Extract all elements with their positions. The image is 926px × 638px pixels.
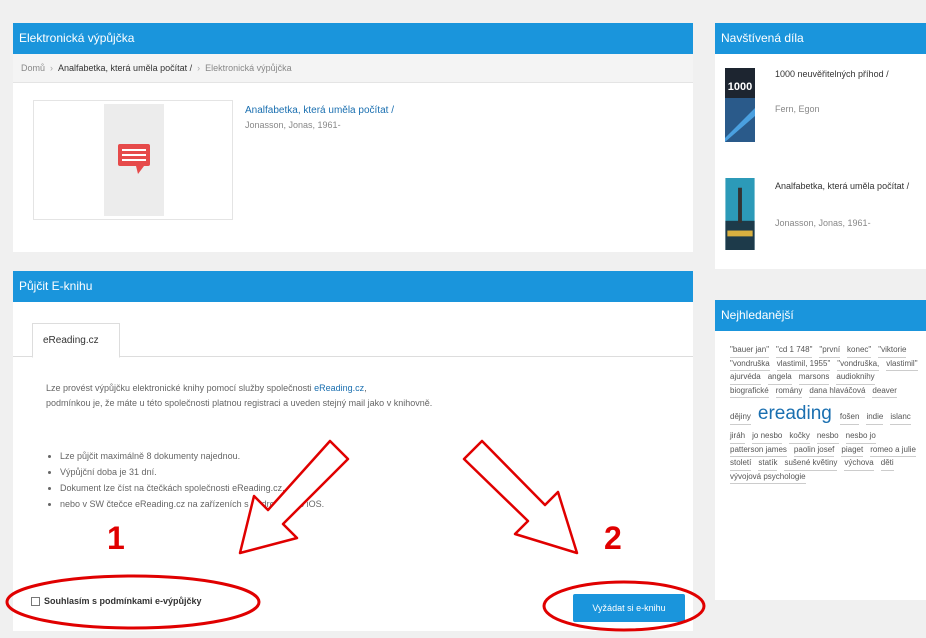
checkbox-box[interactable] — [31, 596, 40, 606]
tag-link[interactable]: patterson james — [730, 444, 787, 457]
tag-link[interactable]: ajurvéda — [730, 371, 761, 385]
tag-link[interactable]: děti — [880, 457, 894, 471]
book-cover-thumbnail[interactable]: 1000 — [725, 68, 755, 142]
tag-link[interactable]: "viktorie — [878, 344, 907, 358]
list-item: Výpůjční doba je 31 dní. — [60, 464, 324, 480]
ereading-link[interactable]: eReading.cz — [314, 383, 364, 393]
book-cover-thumbnail[interactable] — [725, 178, 755, 250]
tag-link[interactable]: fošen — [839, 411, 860, 425]
tag-link[interactable]: století — [730, 457, 752, 471]
book-cover[interactable] — [33, 100, 233, 220]
visited-author: Jonasson, Jonas, 1961- — [775, 218, 871, 228]
panel-title: Navštívená díla — [715, 23, 926, 54]
request-ebook-button[interactable]: Vyžádat si e-knihu — [573, 594, 685, 622]
loan-rules-list: Lze půjčit maximálně 8 dokumenty najedno… — [50, 448, 324, 512]
list-item: Dokument lze číst na čtečkách společnost… — [60, 480, 324, 496]
tag-link[interactable]: romeo a julie — [870, 444, 917, 457]
tag-link[interactable]: ereading — [758, 402, 832, 426]
cover-placeholder — [104, 104, 164, 216]
tag-link[interactable]: výchova — [844, 457, 874, 471]
tag-link[interactable]: dějiny — [730, 411, 751, 425]
tag-link[interactable]: islanc — [890, 411, 911, 425]
tag-link[interactable]: kočky — [789, 430, 810, 444]
step-number-1: 1 — [107, 520, 125, 556]
tag-link[interactable]: "vondruška, — [837, 358, 880, 371]
tag-link[interactable]: "první — [819, 344, 841, 358]
tag-link[interactable]: vývojová psychologie — [730, 471, 806, 484]
book-row: Analfabetka, která uměla počítat / Jonas… — [13, 83, 693, 233]
book-title-link[interactable]: Analfabetka, která uměla počítat / — [245, 105, 394, 116]
tag-link[interactable]: paolin josef — [793, 444, 835, 457]
list-item: nebo v SW čtečce eReading.cz na zařízení… — [60, 496, 324, 512]
tag-link[interactable]: statík — [758, 457, 778, 471]
tag-link[interactable]: "vondruška — [730, 358, 770, 371]
cover-text: 1000 — [728, 81, 752, 93]
tag-link[interactable]: nesbo jo — [845, 430, 876, 444]
tag-link[interactable]: "bauer jan" — [730, 344, 770, 358]
tag-link[interactable]: "cd 1 748" — [776, 344, 813, 358]
most-searched-panel: Nejhledanější "bauer jan" "cd 1 748" "prvn… — [715, 300, 926, 600]
tag-link[interactable]: jiráh — [730, 430, 746, 444]
list-item[interactable]: 1000 1000 neuvěřitelných příhod / Fern, … — [725, 68, 925, 158]
ebook-loan-panel: Elektronická výpůjčka Domů › Analfabetka, … — [13, 23, 693, 252]
breadcrumb-current: Elektronická výpůjčka — [205, 63, 292, 73]
provider-tabs: eReading.cz — [13, 302, 693, 358]
tag-link[interactable]: audioknihy — [836, 371, 875, 385]
tab-ereading[interactable]: eReading.cz — [32, 323, 120, 358]
tag-link[interactable]: vlastimil, 1955" — [776, 358, 831, 371]
tag-link[interactable]: romány — [775, 385, 803, 398]
speech-bubble-icon — [118, 144, 150, 174]
tag-link[interactable]: angela — [767, 371, 792, 385]
tag-link[interactable]: indie — [866, 411, 884, 425]
tag-cloud: "bauer jan" "cd 1 748" "první konec" "viktor… — [730, 344, 925, 484]
panel-title: Nejhledanější — [715, 300, 926, 331]
breadcrumb-home[interactable]: Domů — [21, 63, 45, 73]
breadcrumb-book[interactable]: Analfabetka, která uměla počítat / — [58, 63, 192, 73]
tag-link[interactable]: marsons — [798, 371, 830, 385]
visited-author: Fern, Egon — [775, 104, 820, 114]
borrow-ebook-panel: Půjčit E-knihu eReading.cz Lze provést v… — [13, 271, 693, 631]
tag-link[interactable]: vlastimil" — [886, 358, 918, 371]
tag-link[interactable]: dana hlaváčová — [809, 385, 866, 398]
visited-title[interactable]: 1000 neuvěřitelných příhod / — [775, 68, 925, 80]
list-item[interactable]: Analfabetka, která uměla počítat / Jonas… — [725, 178, 925, 258]
tag-link[interactable]: biografické — [730, 385, 769, 398]
visited-works-panel: Navštívená díla 1000 1000 neuvěřitelných… — [715, 23, 926, 269]
tag-link[interactable]: sušené květiny — [784, 457, 838, 471]
panel-title: Půjčit E-knihu — [13, 271, 693, 302]
book-author: Jonasson, Jonas, 1961- — [245, 120, 341, 130]
tag-link[interactable]: jo nesbo — [752, 430, 783, 444]
panel-title: Elektronická výpůjčka — [13, 23, 693, 54]
agree-terms-label: Souhlasím s podmínkami e-výpůjčky — [44, 596, 202, 606]
tag-link[interactable]: piaget — [841, 444, 864, 457]
agree-terms-checkbox[interactable]: Souhlasím s podmínkami e-výpůjčky — [31, 596, 202, 606]
step-number-2: 2 — [604, 520, 622, 556]
tag-link[interactable]: nesbo — [816, 430, 839, 444]
visited-title[interactable]: Analfabetka, která uměla počítat / — [775, 180, 925, 192]
tag-link[interactable]: deaver — [872, 385, 897, 398]
tag-link[interactable]: konec" — [847, 344, 872, 358]
breadcrumb: Domů › Analfabetka, která uměla počítat / ›… — [13, 54, 693, 83]
list-item: Lze půjčit maximálně 8 dokumenty najedno… — [60, 448, 324, 464]
loan-description: Lze provést výpůjčku elektronické knihy … — [46, 383, 433, 408]
